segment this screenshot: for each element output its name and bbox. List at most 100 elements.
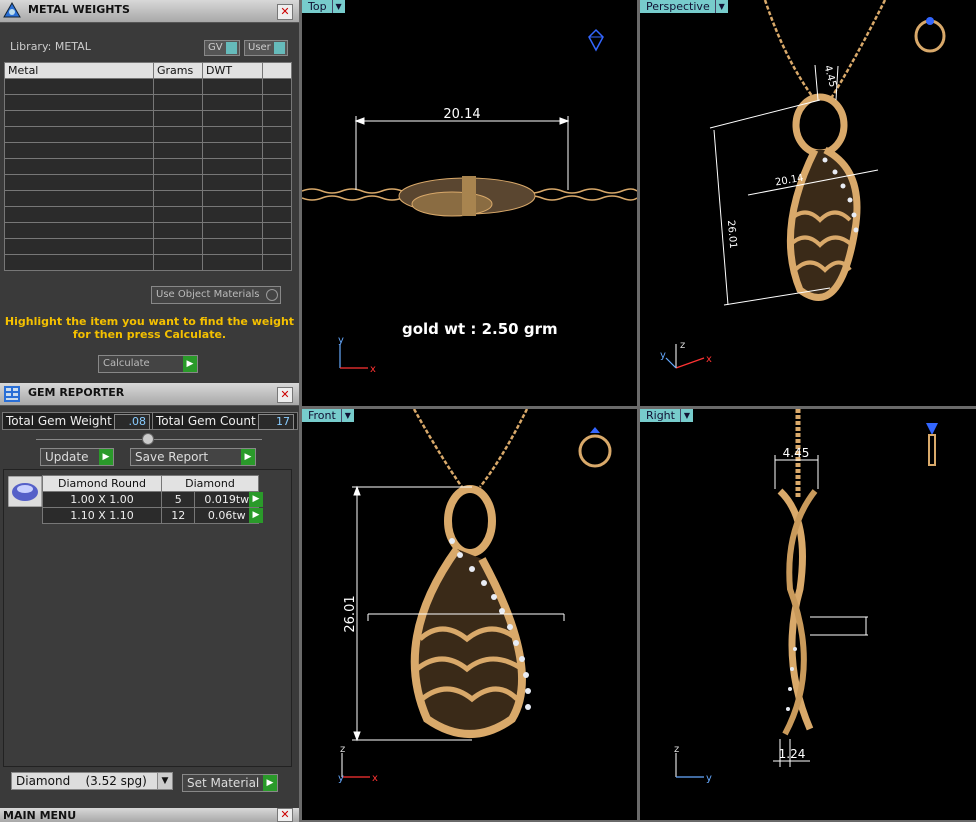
row-select-icon[interactable]: ▶: [249, 492, 263, 507]
axis-indicator: y x: [338, 335, 376, 375]
column-header-blank: [262, 62, 292, 79]
svg-text:y: y: [660, 350, 666, 361]
viewport-top[interactable]: Top ▼ 20.14 gold wt : 2.50 grm y x: [302, 0, 637, 406]
metal-weights-header-row: Metal Grams DWT: [4, 62, 292, 79]
gem-reporter-close-icon[interactable]: ✕: [277, 387, 293, 403]
table-row[interactable]: [4, 78, 292, 95]
viewport-front[interactable]: Front ▼ 26.01 z y x: [302, 409, 637, 820]
svg-text:y: y: [338, 335, 344, 346]
set-material-label: Set Material: [187, 776, 260, 790]
table-row[interactable]: [4, 190, 292, 207]
gem-count: 12: [160, 507, 196, 524]
table-row[interactable]: [4, 110, 292, 127]
svg-text:z: z: [674, 744, 679, 755]
column-header-dwt[interactable]: DWT: [202, 62, 263, 79]
gem-header-stone: Diamond: [161, 475, 259, 492]
top-dimension: 20.14: [443, 107, 480, 122]
svg-text:z: z: [680, 340, 685, 351]
column-header-grams[interactable]: Grams: [153, 62, 203, 79]
user-toggle-label: User: [248, 42, 271, 53]
metal-weights-icon: [3, 1, 21, 18]
instruction-line-2: for then press Calculate.: [72, 328, 227, 341]
instruction-line-1: Highlight the item you want to find the …: [4, 315, 295, 328]
svg-text:x: x: [706, 354, 712, 365]
viewport-right[interactable]: Right ▼ 4.45 1.24 z y: [640, 409, 976, 820]
perspective-dim-c: 26.01: [725, 220, 738, 249]
front-dimension: 26.01: [343, 595, 358, 632]
table-row[interactable]: [4, 142, 292, 159]
right-dim-a: 4.45: [783, 446, 810, 460]
material-select-value: Diamond (3.52 spg): [16, 774, 147, 788]
table-row[interactable]: [4, 206, 292, 223]
main-menu-close-icon[interactable]: ✕: [277, 808, 293, 822]
gv-toggle[interactable]: GV: [204, 40, 240, 56]
play-icon: ▶: [99, 449, 113, 465]
calculate-button[interactable]: Calculate ▶: [98, 355, 198, 373]
gem-reporter-header: GEM REPORTER ✕: [0, 383, 299, 406]
row-select-icon[interactable]: ▶: [249, 508, 263, 523]
table-row[interactable]: [4, 238, 292, 255]
table-row[interactable]: 1.10 X 1.10 12 0.06tw: [42, 507, 259, 524]
svg-text:y: y: [338, 773, 344, 784]
total-gem-count-label: Total Gem Count: [156, 414, 256, 428]
total-gem-weight-value: .08: [114, 414, 150, 430]
table-row[interactable]: [4, 126, 292, 143]
column-header-metal[interactable]: Metal: [4, 62, 154, 79]
set-material-button[interactable]: Set Material ▶: [182, 774, 278, 792]
update-label: Update: [45, 450, 89, 464]
user-toggle[interactable]: User: [244, 40, 288, 56]
metal-weights-close-icon[interactable]: ✕: [277, 4, 293, 20]
gold-weight-annotation: gold wt : 2.50 grm: [402, 320, 558, 338]
gem-table: Diamond Round Diamond 1.00 X 1.00 5 0.01…: [42, 475, 259, 524]
radio-icon: [266, 289, 278, 301]
ring-front-icon: [578, 427, 612, 468]
perspective-dim-a: 4.45: [822, 64, 838, 88]
gem-header-shape: Diamond Round: [42, 475, 162, 492]
right-view-render: 4.45 1.24 z y: [674, 409, 938, 784]
metal-weights-header: METAL WEIGHTS ✕: [0, 0, 299, 23]
total-gem-count-value: 17: [258, 414, 294, 430]
right-dim-b: 1.24: [779, 747, 806, 761]
material-select[interactable]: Diamond (3.52 spg) ▼: [11, 772, 173, 790]
chevron-down-icon: ▼: [157, 773, 172, 789]
gem-size: 1.00 X 1.00: [42, 491, 162, 508]
svg-text:z: z: [340, 744, 345, 755]
top-view-render: 20.14 gold wt : 2.50 grm y x: [302, 28, 637, 375]
axis-indicator: z y x: [660, 340, 712, 369]
svg-text:x: x: [372, 773, 378, 784]
main-menu-bar[interactable]: MAIN MENU ✕: [0, 808, 299, 822]
gem-view-icon: [588, 28, 604, 52]
save-report-button[interactable]: Save Report ▶: [130, 448, 256, 466]
play-icon: ▶: [263, 775, 277, 791]
table-row[interactable]: [4, 94, 292, 111]
use-object-materials-toggle[interactable]: Use Object Materials: [151, 286, 281, 304]
main-menu-title: MAIN MENU: [3, 809, 77, 822]
total-gem-weight-label: Total Gem Weight: [6, 414, 112, 428]
gem-table-header: Diamond Round Diamond: [42, 475, 259, 492]
ring-view-icon: [914, 17, 946, 53]
gem-size: 1.10 X 1.10: [42, 507, 162, 524]
ring-side-icon: [926, 423, 938, 466]
gv-toggle-label: GV: [208, 42, 223, 53]
metal-weights-title: METAL WEIGHTS: [28, 3, 130, 16]
gem-reporter-icon: [4, 386, 20, 402]
left-panel: METAL WEIGHTS ✕ Library: METAL GV User M…: [0, 0, 299, 822]
play-icon: ▶: [183, 356, 197, 372]
table-row[interactable]: [4, 254, 292, 271]
table-row[interactable]: [4, 158, 292, 175]
update-button[interactable]: Update ▶: [40, 448, 114, 466]
table-row[interactable]: [4, 222, 292, 239]
axis-indicator: z y: [674, 744, 712, 784]
axis-indicator: z y x: [338, 744, 378, 784]
table-row[interactable]: [4, 174, 292, 191]
gem-count: 5: [160, 491, 196, 508]
splitter-handle-icon[interactable]: [142, 433, 154, 445]
use-object-materials-label: Use Object Materials: [156, 289, 260, 300]
metal-weights-table: Metal Grams DWT: [4, 62, 292, 271]
front-view-render: 26.01 z y x: [338, 409, 612, 784]
perspective-view-render: 4.45 20.14 26.01 z y x: [660, 0, 946, 369]
svg-text:y: y: [706, 773, 712, 784]
table-row[interactable]: 1.00 X 1.00 5 0.019tw: [42, 491, 259, 508]
gem-reporter-title: GEM REPORTER: [28, 386, 125, 399]
viewport-perspective[interactable]: Perspective ▼ 4.45 20.14 26.01 z y x: [640, 0, 976, 406]
